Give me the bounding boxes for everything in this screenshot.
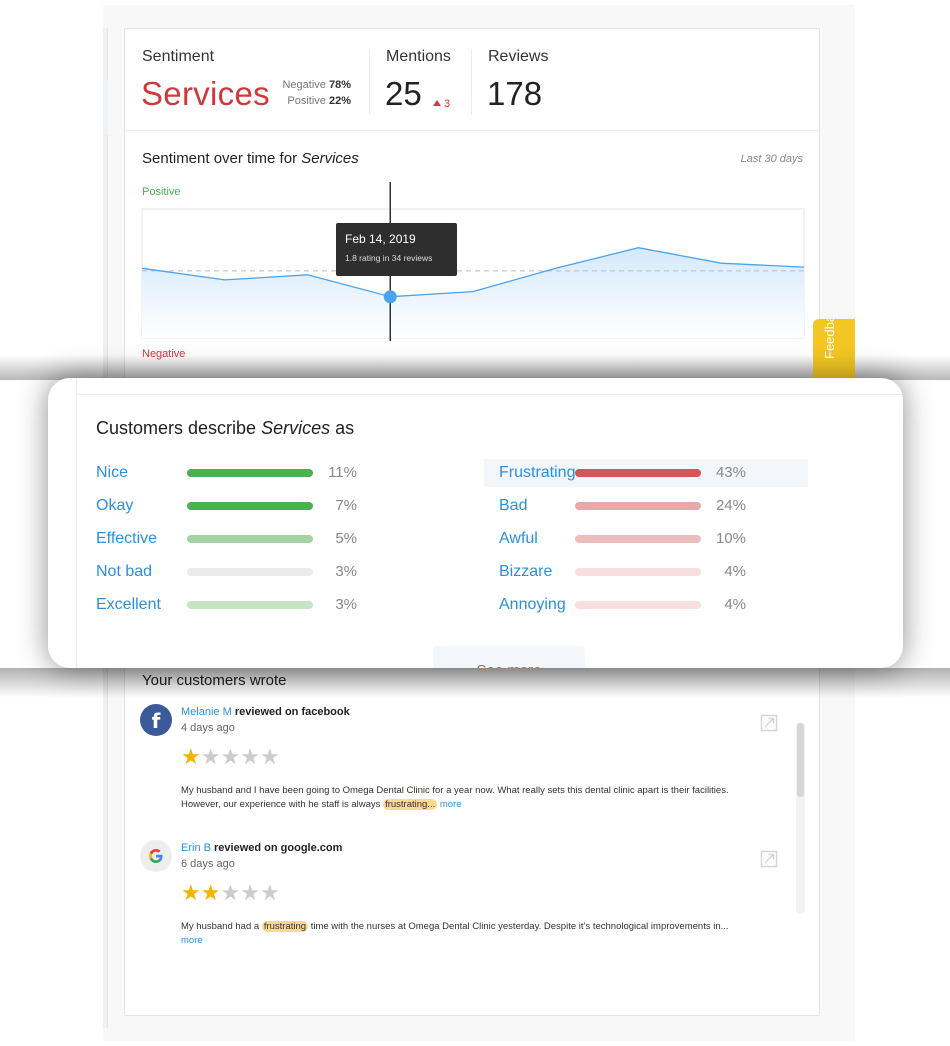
describe-title-topic: Services [261, 418, 331, 438]
descriptor-bar [575, 502, 701, 510]
descriptor-row-excellent[interactable]: Excellent 3% [88, 591, 388, 619]
review-text: My husband had a frustrating time with t… [181, 920, 751, 948]
descriptor-word[interactable]: Bizzare [499, 563, 552, 581]
star-empty-icon: ★ [220, 744, 241, 769]
chart-tooltip: Feb 14, 2019 1.8 rating in 34 reviews [336, 223, 457, 276]
descriptor-row-okay[interactable]: Okay 7% [88, 492, 388, 520]
descriptor-word[interactable]: Effective [96, 530, 157, 548]
descriptor-bar [575, 469, 701, 477]
descriptor-percent: 24% [715, 497, 746, 514]
highlighted-keyword: frustrating... [383, 799, 438, 810]
review-text: My husband and I have been going to Omeg… [181, 784, 751, 812]
descriptor-percent: 43% [715, 464, 746, 481]
tooltip-detail: 1.8 rating in 34 reviews [345, 253, 433, 263]
descriptor-bar [187, 568, 313, 576]
feedback-tab-label: Feedback [822, 319, 837, 359]
star-empty-icon: ★ [220, 880, 241, 905]
negative-axis-label: Negative [142, 348, 186, 360]
external-link-icon[interactable] [760, 714, 778, 732]
star-empty-icon: ★ [200, 744, 221, 769]
reviews-scrollbar[interactable] [796, 722, 805, 914]
descriptor-word[interactable]: Annoying [499, 596, 566, 614]
descriptor-percent: 4% [724, 563, 746, 580]
star-rating: ★★★★★ [181, 746, 280, 768]
descriptor-row-frustrating[interactable]: Frustrating 43% [484, 459, 808, 487]
review-time: 4 days ago [181, 722, 235, 734]
descriptor-percent: 3% [335, 563, 357, 580]
facebook-icon: f [140, 704, 172, 736]
descriptor-bar [575, 535, 701, 543]
star-empty-icon: ★ [240, 880, 260, 905]
descriptor-row-effective[interactable]: Effective 5% [88, 525, 388, 553]
star-empty-icon: ★ [259, 744, 280, 769]
describe-title-prefix: Customers describe [96, 418, 262, 438]
descriptor-bar [187, 469, 313, 477]
descriptor-word[interactable]: Frustrating [499, 464, 575, 482]
star-filled-icon: ★ [181, 880, 201, 905]
google-icon [140, 840, 172, 872]
descriptor-word[interactable]: Excellent [96, 596, 161, 614]
review-author[interactable]: Erin B [181, 842, 211, 854]
descriptor-percent: 5% [335, 530, 357, 547]
descriptor-row-bad[interactable]: Bad 24% [484, 492, 808, 520]
descriptor-row-nice[interactable]: Nice 11% [88, 459, 388, 487]
review-text-tail: time with the nurses at Omega Dental Cli… [308, 921, 729, 932]
descriptor-percent: 10% [715, 530, 746, 547]
descriptor-word[interactable]: Okay [96, 497, 133, 515]
descriptor-percent: 4% [724, 596, 746, 613]
review-more-link[interactable]: more [181, 935, 203, 946]
star-rating: ★★★★★ [181, 882, 280, 904]
review-author[interactable]: Melanie M [181, 706, 232, 718]
descriptor-row-not-bad[interactable]: Not bad 3% [88, 558, 388, 586]
star-empty-icon: ★ [259, 880, 280, 905]
review-more-link[interactable]: more [440, 799, 462, 810]
tooltip-date: Feb 14, 2019 [345, 232, 416, 246]
describe-title-suffix: as [330, 418, 355, 438]
review-text-body: My husband had a [181, 921, 262, 932]
review-source: reviewed on google.com [214, 842, 343, 854]
describe-title: Customers describe Services as [96, 418, 354, 439]
scrollbar-thumb[interactable] [797, 723, 804, 797]
review-header: Melanie M reviewed on facebook [181, 706, 350, 718]
see-more-button[interactable]: See more [433, 646, 585, 668]
reviews-title: Your customers wrote [142, 672, 287, 689]
star-filled-icon: ★ [181, 744, 201, 769]
descriptor-word[interactable]: Nice [96, 464, 128, 482]
review-header: Erin B reviewed on google.com [181, 842, 342, 854]
review-source: reviewed on facebook [234, 706, 350, 718]
sidebar-active-item[interactable] [103, 80, 108, 135]
star-filled-icon: ★ [200, 880, 221, 905]
external-link-icon[interactable] [760, 850, 778, 868]
descriptor-row-annoying[interactable]: Annoying 4% [484, 591, 808, 619]
descriptor-bar [575, 568, 701, 576]
descriptor-word[interactable]: Awful [499, 530, 538, 548]
descriptor-bar [575, 601, 701, 609]
descriptor-bar [187, 601, 313, 609]
descriptor-word[interactable]: Not bad [96, 563, 152, 581]
popup-edge [76, 378, 77, 668]
descriptor-percent: 3% [335, 596, 357, 613]
descriptor-percent: 11% [328, 464, 357, 481]
descriptor-bar [187, 502, 313, 510]
popup-divider [76, 394, 903, 395]
star-empty-icon: ★ [240, 744, 260, 769]
descriptor-percent: 7% [335, 497, 357, 514]
descriptor-word[interactable]: Bad [499, 497, 527, 515]
describe-popup: Customers describe Services as Nice 11% Ok… [48, 378, 903, 668]
review-time: 6 days ago [181, 858, 235, 870]
descriptor-bar [187, 535, 313, 543]
descriptor-row-awful[interactable]: Awful 10% [484, 525, 808, 553]
chart-highlight-marker[interactable] [383, 290, 397, 304]
sentiment-chart[interactable] [125, 29, 821, 369]
highlighted-keyword: frustrating [261, 921, 309, 932]
descriptor-row-bizzare[interactable]: Bizzare 4% [484, 558, 808, 586]
